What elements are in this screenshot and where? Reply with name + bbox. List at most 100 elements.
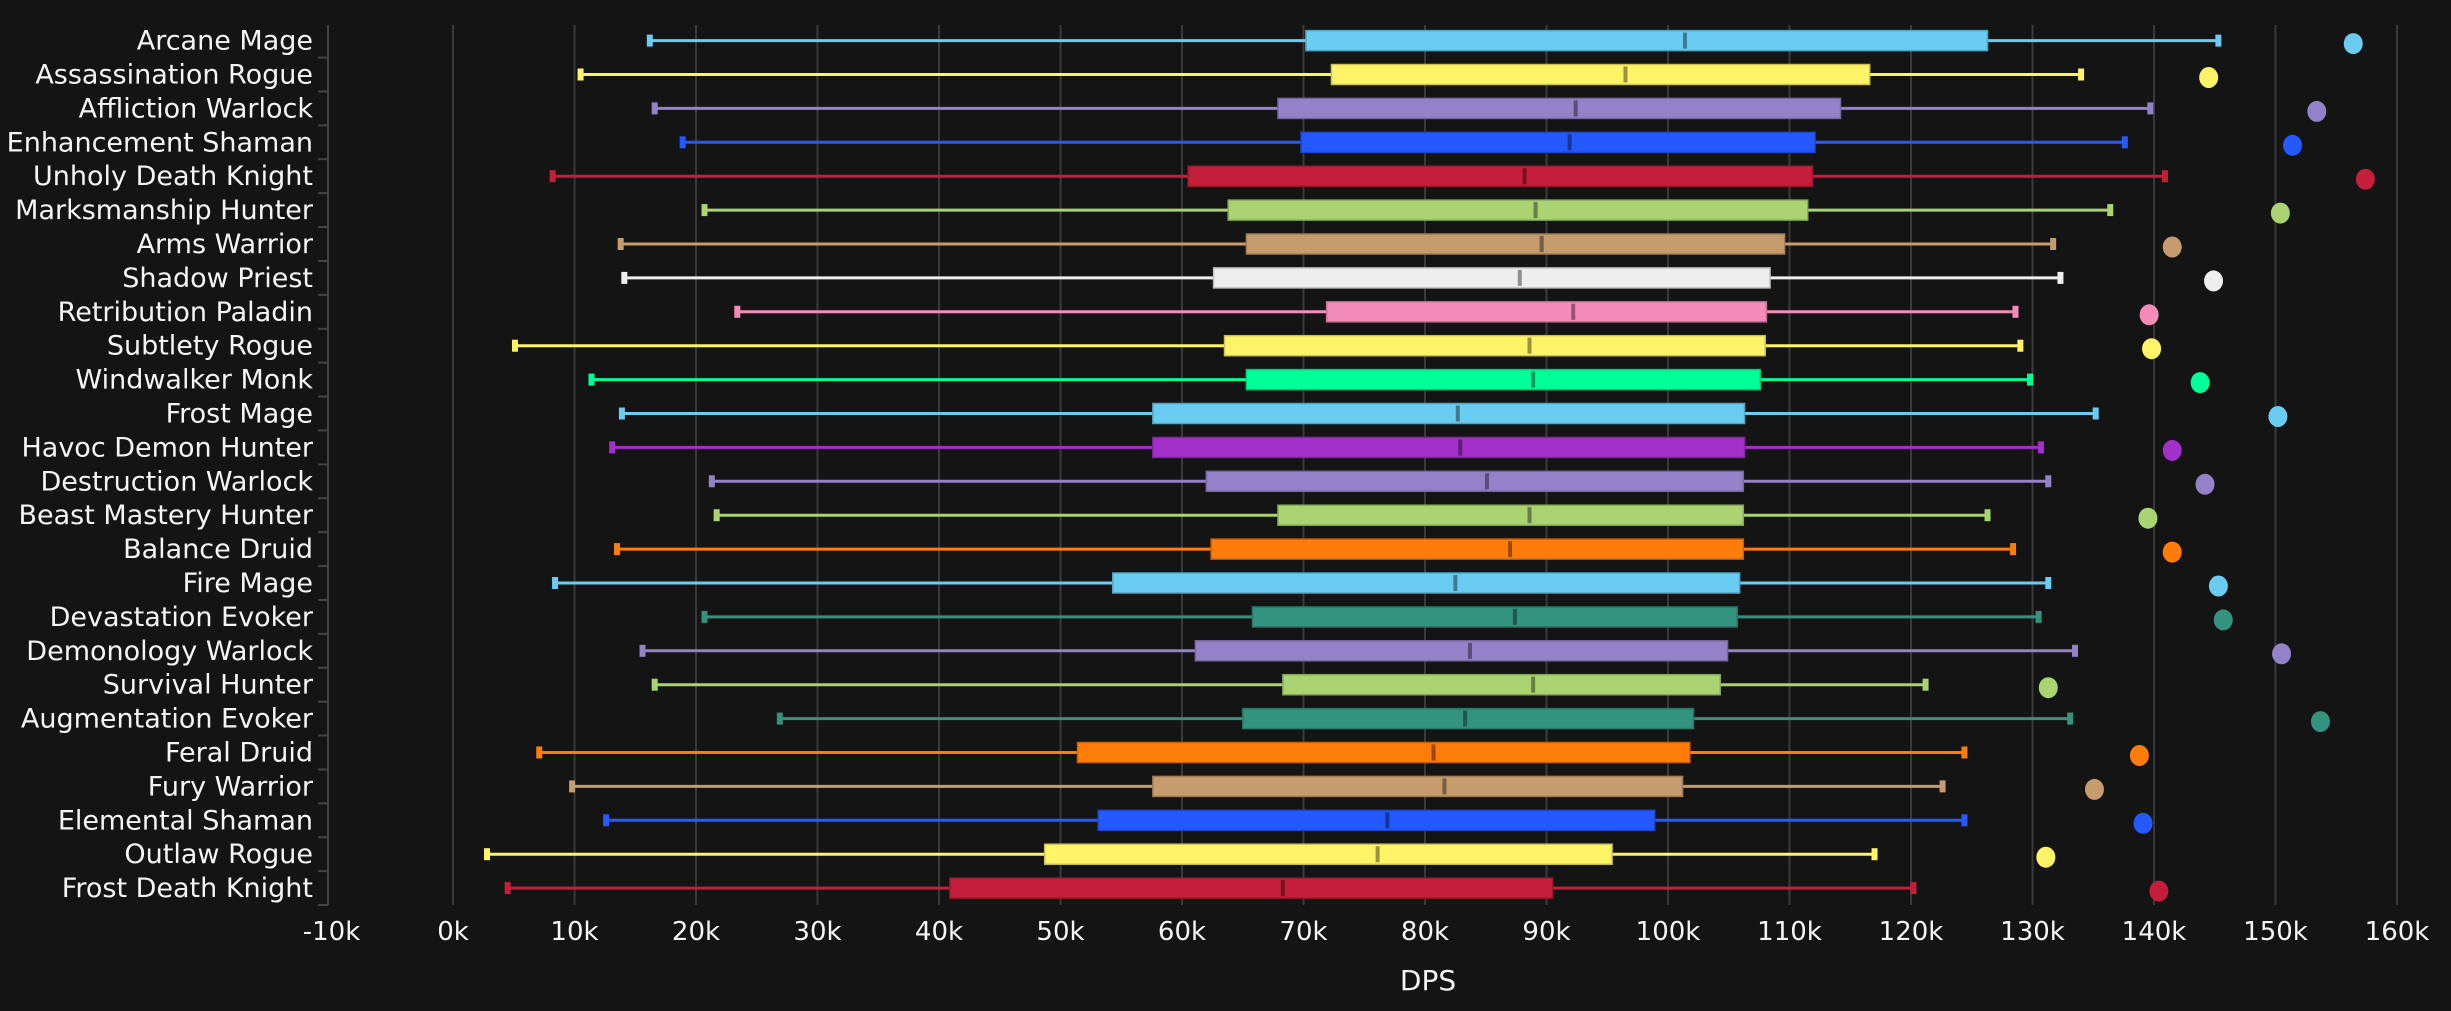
iqr-box bbox=[1205, 470, 1745, 493]
whisker-cap-max bbox=[2121, 136, 2128, 149]
iqr-box bbox=[1076, 741, 1691, 764]
whisker-cap-max bbox=[1871, 848, 1878, 861]
box-outlaw-rogue bbox=[484, 843, 2056, 868]
whisker-cap-max bbox=[2215, 34, 2222, 47]
whisker-cap-max bbox=[2050, 238, 2057, 250]
whisker-cap-min bbox=[646, 34, 653, 47]
outlier-point bbox=[2199, 67, 2219, 88]
iqr-box bbox=[1251, 606, 1739, 628]
whisker-cap-max bbox=[2072, 644, 2079, 657]
whisker-cap-max bbox=[2012, 305, 2019, 318]
box-enhancement-shaman bbox=[679, 131, 2303, 156]
category-label: Unholy Death Knight bbox=[33, 161, 313, 192]
box-havoc-demon-hunter bbox=[609, 436, 2182, 461]
whisker-cap-min bbox=[614, 543, 621, 556]
category-label: Devastation Evoker bbox=[50, 602, 314, 633]
category-label: Demonology Warlock bbox=[26, 636, 313, 667]
box-destruction-warlock bbox=[708, 470, 2215, 495]
category-label: Balance Druid bbox=[123, 534, 313, 565]
category-label: Havoc Demon Hunter bbox=[21, 432, 313, 463]
outlier-point bbox=[2162, 236, 2182, 258]
x-tick-label: 90k bbox=[1522, 917, 1570, 947]
dps-boxplot-chart: Arcane MageAssassination RogueAffliction… bbox=[7, 25, 2430, 997]
iqr-box bbox=[1223, 334, 1766, 357]
category-label: Fury Warrior bbox=[148, 771, 314, 802]
outlier-point bbox=[2310, 711, 2330, 733]
iqr-box bbox=[1227, 199, 1809, 221]
whisker-cap-min bbox=[511, 339, 518, 352]
whisker-cap-max bbox=[1939, 780, 1946, 793]
whisker-cap-max bbox=[2067, 712, 2074, 725]
category-label: Fire Mage bbox=[183, 568, 313, 599]
whisker-cap-min bbox=[609, 441, 616, 454]
outlier-point bbox=[2139, 304, 2159, 326]
box-unholy-death-knight bbox=[549, 165, 2375, 190]
category-label: Affliction Warlock bbox=[79, 93, 314, 124]
iqr-box bbox=[1043, 843, 1613, 865]
outlier-point bbox=[2355, 168, 2375, 190]
outlier-point bbox=[2038, 677, 2058, 699]
outlier-point bbox=[2204, 270, 2224, 292]
whisker-cap-min bbox=[701, 204, 708, 217]
x-tick-label: -10k bbox=[303, 917, 361, 947]
whisker-cap-max bbox=[2092, 407, 2099, 420]
x-tick-label: 60k bbox=[1158, 917, 1206, 947]
x-tick-label: 160k bbox=[2365, 917, 2430, 947]
whisker-cap-min bbox=[651, 678, 658, 691]
whisker-cap-min bbox=[639, 644, 646, 657]
category-label: Destruction Warlock bbox=[40, 466, 313, 497]
category-label: Arms Warrior bbox=[137, 229, 314, 260]
outlier-point bbox=[2270, 202, 2290, 224]
whisker-cap-min bbox=[549, 170, 556, 183]
box-elemental-shaman bbox=[603, 809, 2153, 834]
iqr-box bbox=[1111, 572, 1741, 594]
outlier-point bbox=[2084, 778, 2104, 800]
box-demonology-warlock bbox=[639, 640, 2292, 665]
x-tick-label: 140k bbox=[2122, 917, 2187, 947]
whisker-cap-min bbox=[701, 610, 708, 623]
whisker-cap-min bbox=[484, 848, 491, 861]
iqr-box bbox=[1245, 233, 1786, 255]
category-label: Outlaw Rogue bbox=[124, 839, 313, 870]
whisker-cap-max bbox=[2035, 610, 2042, 623]
box-augmentation-evoker bbox=[776, 707, 2330, 733]
category-label: Augmentation Evoker bbox=[21, 704, 314, 735]
box-frost-mage bbox=[618, 402, 2288, 427]
iqr-box bbox=[1242, 707, 1695, 730]
outlier-point bbox=[2208, 575, 2228, 597]
category-label: Survival Hunter bbox=[103, 670, 314, 701]
box-frost-death-knight bbox=[504, 877, 2169, 902]
iqr-box bbox=[1300, 131, 1816, 154]
iqr-box bbox=[1194, 640, 1729, 662]
whisker-cap-min bbox=[776, 712, 783, 725]
iqr-box bbox=[1277, 97, 1842, 120]
whisker-cap-max bbox=[2027, 373, 2034, 386]
whisker-cap-min bbox=[708, 475, 715, 488]
iqr-box bbox=[1097, 809, 1656, 832]
iqr-box bbox=[1210, 538, 1745, 560]
category-label: Shadow Priest bbox=[122, 263, 313, 294]
whisker-cap-max bbox=[1961, 814, 1968, 827]
iqr-box bbox=[1152, 775, 1684, 798]
whisker-cap-min bbox=[651, 102, 658, 115]
outlier-point bbox=[2149, 880, 2169, 902]
whisker-cap-max bbox=[2161, 170, 2168, 183]
iqr-box bbox=[1187, 165, 1814, 187]
box-assassination-rogue bbox=[577, 63, 2219, 88]
whisker-cap-max bbox=[1910, 882, 1917, 895]
whisker-cap-min bbox=[621, 271, 628, 284]
box-devastation-evoker bbox=[701, 606, 2233, 631]
box-balance-druid bbox=[614, 538, 2182, 563]
x-axis: -10k 0k 10k 20k 30k 40k 50k 60k 70k 80k 90k 100k 110… bbox=[303, 917, 2430, 947]
outlier-point bbox=[2213, 609, 2233, 631]
category-label: Beast Mastery Hunter bbox=[18, 500, 313, 531]
category-label: Elemental Shaman bbox=[58, 805, 313, 836]
iqr-box bbox=[1282, 673, 1721, 696]
iqr-box bbox=[1245, 368, 1762, 391]
whisker-cap-min bbox=[569, 780, 576, 793]
x-tick-label: 0k bbox=[437, 917, 469, 947]
whisker-cap-min bbox=[713, 509, 720, 522]
whisker-cap-min bbox=[536, 746, 543, 759]
outlier-point bbox=[2036, 846, 2056, 868]
x-tick-label: 110k bbox=[1757, 917, 1822, 947]
